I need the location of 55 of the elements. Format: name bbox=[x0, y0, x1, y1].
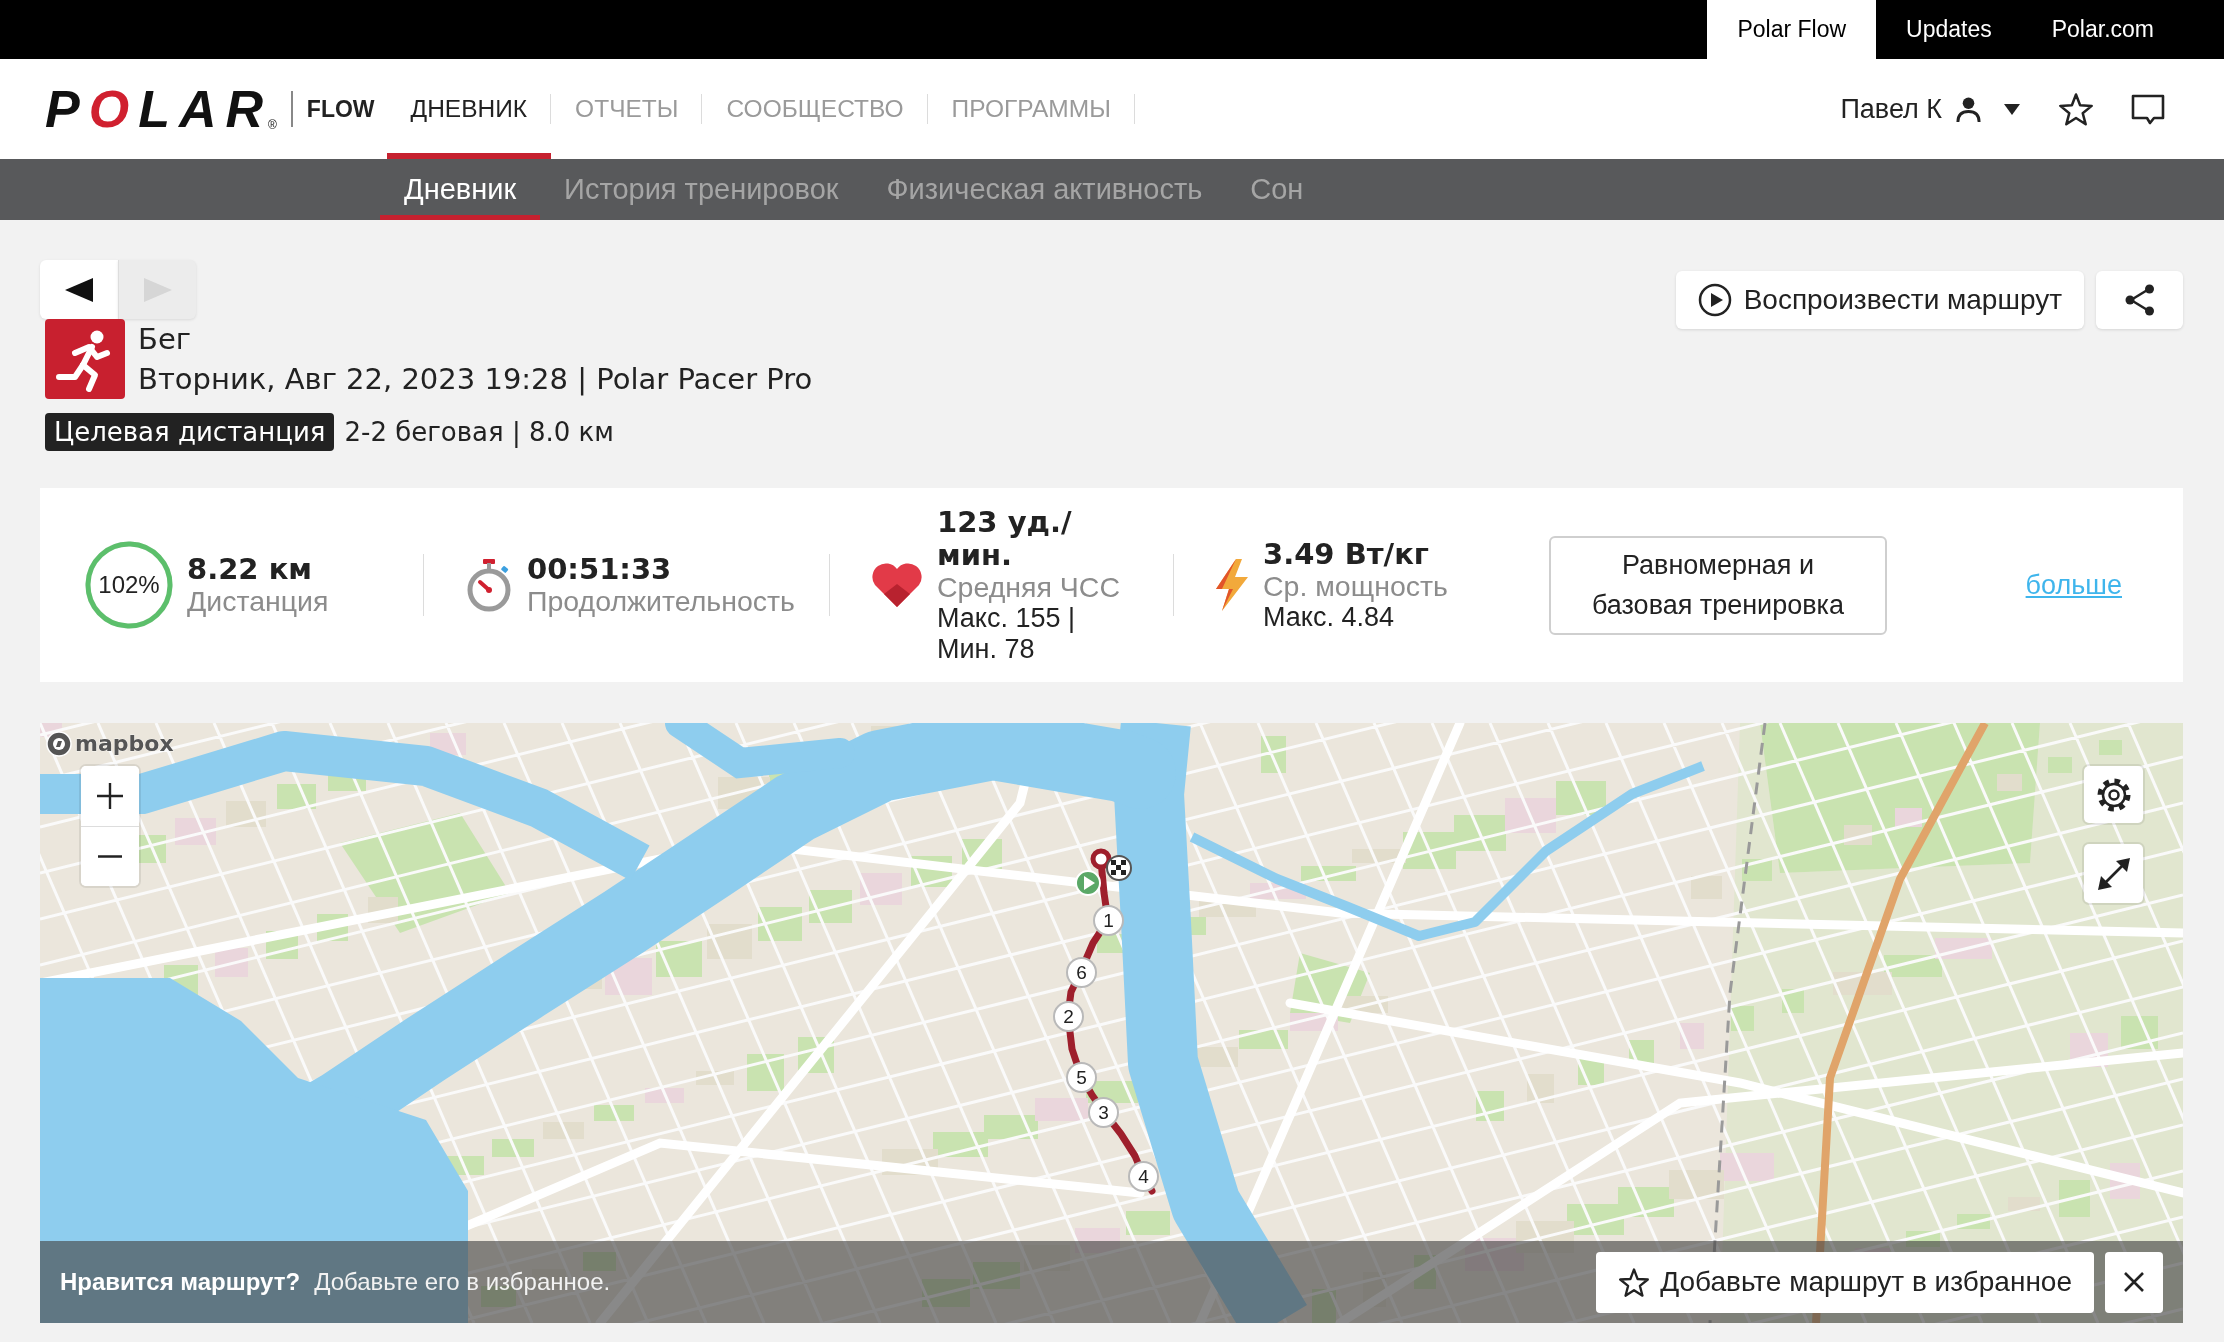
expand-icon bbox=[2097, 857, 2130, 890]
minus-icon bbox=[98, 855, 122, 858]
top-link[interactable]: Updates bbox=[1876, 0, 2022, 59]
runner-icon bbox=[45, 319, 125, 399]
stat-detail: Макс. 155 | Мин. 78 bbox=[937, 602, 1076, 665]
star-icon[interactable] bbox=[2058, 91, 2094, 127]
triangle-left-icon bbox=[65, 277, 93, 302]
play-icon bbox=[1697, 283, 1732, 317]
settings-icon bbox=[2096, 777, 2131, 812]
top-link[interactable]: Polar.com bbox=[2021, 0, 2184, 59]
registered-mark: ® bbox=[268, 119, 277, 131]
lightning-icon bbox=[1215, 559, 1249, 611]
star-icon bbox=[1618, 1266, 1651, 1298]
share-icon bbox=[2124, 284, 2155, 316]
percent-text: 102% bbox=[98, 571, 160, 599]
location-marker-icon bbox=[1090, 848, 1112, 870]
fullscreen-button[interactable] bbox=[2084, 844, 2143, 903]
stat-value: 00:51:33 bbox=[527, 553, 673, 586]
add-favorite-button[interactable]: Добавьте маршрут в избранное bbox=[1596, 1251, 2094, 1313]
target-text: 2-2 беговая | 8.0 км bbox=[344, 417, 614, 447]
stat-value: 8.22 км bbox=[187, 553, 314, 586]
stat-value: 3.49 Вт/кг bbox=[1263, 537, 1430, 571]
settings-button[interactable] bbox=[2084, 766, 2143, 823]
training-benefit-button[interactable]: Равномерная и базовая тренировка bbox=[1549, 535, 1887, 635]
favorite-hint: Добавьте его в избранное. bbox=[314, 1268, 611, 1296]
heart-icon bbox=[871, 562, 923, 608]
plus-icon bbox=[97, 783, 123, 809]
chat-icon[interactable] bbox=[2130, 92, 2166, 126]
replay-route-button[interactable]: Воспроизвести маршрут bbox=[1675, 271, 2084, 329]
stat-label: Ср. мощность bbox=[1263, 570, 1448, 602]
user-name[interactable]: Павел К bbox=[1840, 93, 1942, 125]
logo-mark-icon[interactable] bbox=[46, 731, 72, 757]
stat-label: Дистанция bbox=[187, 586, 329, 617]
nav-tab[interactable]: ДНЕВНИК bbox=[386, 59, 552, 159]
map-drawing[interactable] bbox=[40, 723, 2183, 1323]
target-tag: Целевая дистанция bbox=[45, 413, 335, 451]
previous-button[interactable] bbox=[40, 260, 118, 319]
top-link[interactable]: Polar Flow bbox=[1707, 0, 1877, 59]
stopwatch-icon bbox=[465, 558, 513, 612]
close-icon bbox=[2124, 1272, 2144, 1292]
activity-details: Вторник, Авг 22, 2023 19:28 | Polar Pacer Pro bbox=[138, 361, 813, 398]
share-button[interactable] bbox=[2096, 271, 2183, 329]
subnav-tab[interactable]: Дневник bbox=[380, 159, 541, 220]
product-name: FLOW bbox=[290, 91, 375, 127]
zoom-out-button[interactable] bbox=[81, 826, 139, 886]
stat-value: 123 уд./мин. bbox=[937, 505, 1073, 572]
person-icon[interactable] bbox=[1955, 95, 1982, 123]
stat-label: Продолжительность bbox=[527, 586, 795, 617]
map-provider-logo[interactable]: mapbox bbox=[75, 733, 174, 755]
favorite-question: Нравится маршрут? bbox=[60, 1268, 301, 1296]
stat-label: Средняя ЧСС bbox=[937, 571, 1121, 603]
stat-detail: Макс. 4.84 bbox=[1263, 601, 1394, 633]
sport-title: Бег bbox=[138, 321, 192, 358]
close-button[interactable] bbox=[2105, 1251, 2163, 1313]
caret-icon[interactable] bbox=[2004, 103, 2020, 115]
